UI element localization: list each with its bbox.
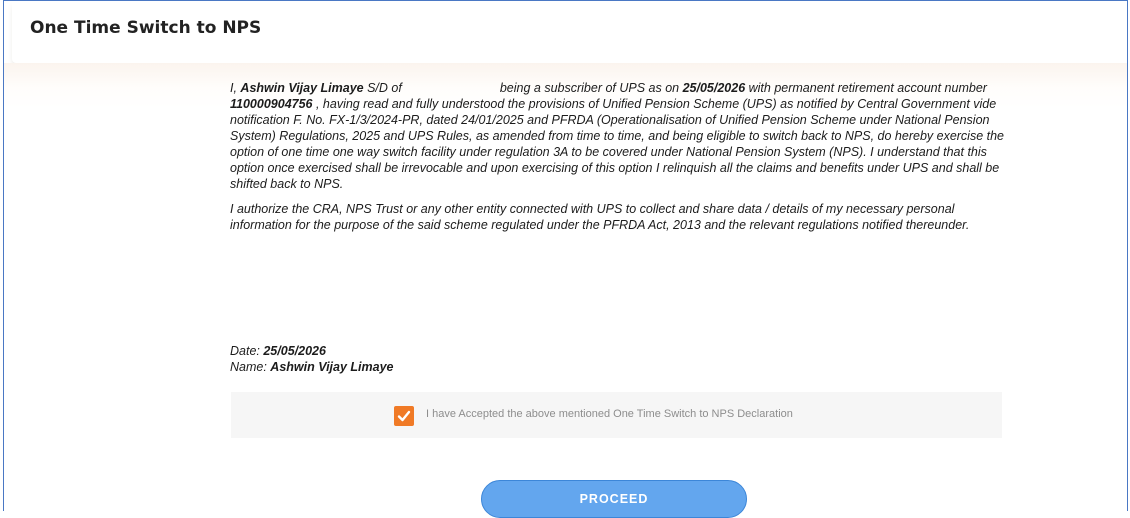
date-label: Date: bbox=[230, 344, 264, 358]
accept-checkbox[interactable] bbox=[394, 406, 414, 426]
date-value: 25/05/2026 bbox=[263, 344, 326, 358]
name-value: Ashwin Vijay Limaye bbox=[270, 360, 394, 374]
as-on-date: 25/05/2026 bbox=[682, 81, 746, 95]
declaration-pran-label: with permanent retirement account number bbox=[745, 81, 987, 95]
pran-number: 110000904756 bbox=[230, 97, 313, 111]
acceptance-panel: I have Accepted the above mentioned One … bbox=[231, 392, 1002, 438]
name-label: Name: bbox=[230, 360, 271, 374]
proceed-button[interactable]: PROCEED bbox=[481, 480, 747, 518]
declaration-text: I, Ashwin Vijay Limaye S/D of being a sub… bbox=[230, 80, 1005, 242]
declaration-mid: being a subscriber of UPS as on bbox=[499, 81, 683, 95]
relation-label: S/D of bbox=[363, 81, 402, 95]
page-header: One Time Switch to NPS bbox=[12, 1, 1127, 63]
page-title: One Time Switch to NPS bbox=[30, 18, 262, 38]
signature-block: Date: 25/05/2026 Name: Ashwin Vijay Lima… bbox=[230, 343, 394, 375]
declaration-paragraph-2: I authorize the CRA, NPS Trust or any ot… bbox=[230, 202, 970, 232]
checkmark-icon bbox=[397, 410, 411, 422]
declaration-intro: I, bbox=[230, 81, 241, 95]
declaration-paragraph-1: I, Ashwin Vijay Limaye S/D of being a sub… bbox=[230, 80, 1005, 192]
date-line: Date: 25/05/2026 bbox=[230, 343, 394, 359]
accept-label[interactable]: I have Accepted the above mentioned One … bbox=[426, 408, 793, 420]
name-line: Name: Ashwin Vijay Limaye bbox=[230, 359, 394, 375]
subscriber-name: Ashwin Vijay Limaye bbox=[240, 81, 364, 95]
declaration-body: , having read and fully understood the p… bbox=[230, 97, 1005, 191]
